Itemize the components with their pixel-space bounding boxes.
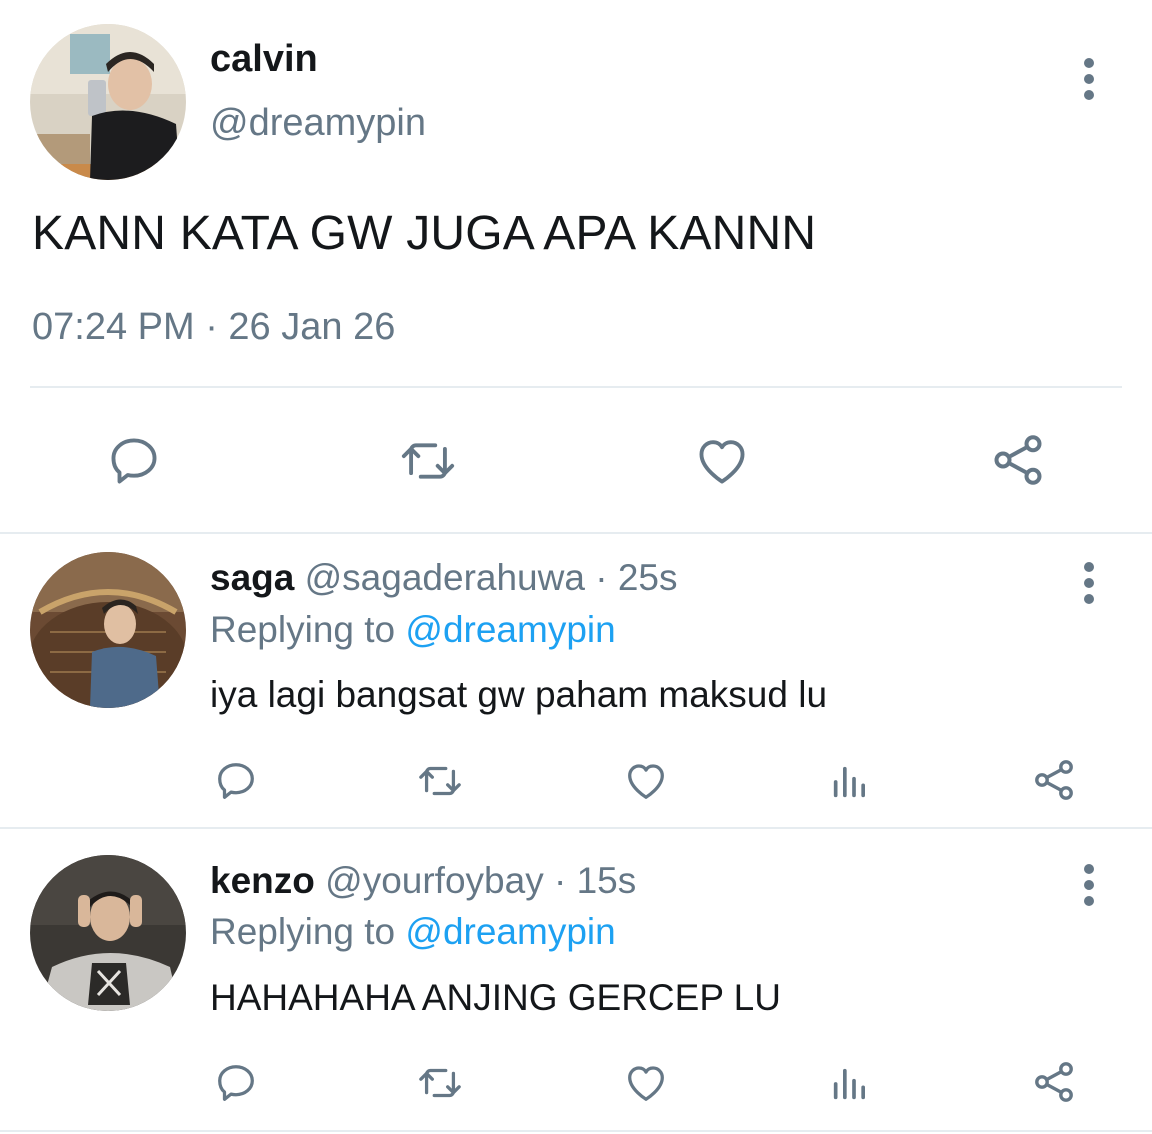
divider bbox=[0, 532, 1152, 534]
analytics-icon[interactable] bbox=[828, 1064, 870, 1104]
tweet-timestamp: 07:24 PM · 26 Jan 26 bbox=[32, 306, 396, 348]
more-options-icon[interactable] bbox=[1079, 58, 1099, 106]
analytics-icon[interactable] bbox=[828, 762, 870, 802]
reply-header: kenzo @yourfoybay · 15s bbox=[210, 860, 636, 902]
author-name[interactable]: calvin bbox=[210, 38, 318, 81]
author-handle[interactable]: @dreamypin bbox=[210, 102, 426, 145]
comment-icon[interactable] bbox=[212, 1060, 260, 1106]
retweet-icon[interactable] bbox=[414, 1060, 466, 1106]
reply-age: 25s bbox=[617, 557, 678, 598]
like-icon[interactable] bbox=[692, 432, 752, 490]
avatar-photo bbox=[30, 552, 186, 708]
avatar-photo bbox=[30, 855, 186, 1011]
reply-author-name[interactable]: kenzo bbox=[210, 860, 315, 901]
replying-to: Replying to @dreamypin bbox=[210, 911, 616, 953]
divider bbox=[0, 1130, 1152, 1132]
reply-author-handle[interactable]: @yourfoybay bbox=[325, 860, 544, 901]
reply-text: iya lagi bangsat gw paham maksud lu bbox=[210, 674, 828, 715]
more-options-icon[interactable] bbox=[1079, 562, 1099, 610]
mention-link[interactable]: @dreamypin bbox=[405, 911, 615, 952]
separator: · bbox=[595, 557, 608, 598]
like-icon[interactable] bbox=[622, 1060, 670, 1106]
replying-to-label: Replying to bbox=[210, 609, 396, 650]
main-avatar[interactable] bbox=[30, 24, 186, 180]
reply-author-name[interactable]: saga bbox=[210, 557, 294, 598]
reply-header: saga @sagaderahuwa · 25s bbox=[210, 557, 677, 599]
share-icon[interactable] bbox=[1030, 1058, 1078, 1106]
replying-to-label: Replying to bbox=[210, 911, 396, 952]
share-icon[interactable] bbox=[1030, 756, 1078, 804]
retweet-icon[interactable] bbox=[396, 432, 460, 490]
replying-to: Replying to @dreamypin bbox=[210, 609, 616, 651]
share-icon[interactable] bbox=[988, 430, 1048, 490]
like-icon[interactable] bbox=[622, 758, 670, 804]
reply-avatar[interactable] bbox=[30, 855, 186, 1011]
mention-link[interactable]: @dreamypin bbox=[405, 609, 615, 650]
separator: · bbox=[553, 860, 567, 901]
avatar-photo bbox=[30, 24, 186, 180]
reply-author-handle[interactable]: @sagaderahuwa bbox=[305, 557, 585, 598]
more-options-icon[interactable] bbox=[1079, 864, 1099, 912]
divider bbox=[30, 386, 1122, 388]
reply-avatar[interactable] bbox=[30, 552, 186, 708]
tweet-text: KANN KATA GW JUGA APA KANNN bbox=[32, 207, 817, 260]
retweet-icon[interactable] bbox=[414, 758, 466, 804]
reply-age: 15s bbox=[576, 860, 637, 901]
divider bbox=[0, 827, 1152, 829]
comment-icon[interactable] bbox=[212, 758, 260, 804]
comment-icon[interactable] bbox=[104, 432, 164, 490]
reply-text: HAHAHAHA ANJING GERCEP LU bbox=[210, 977, 781, 1018]
